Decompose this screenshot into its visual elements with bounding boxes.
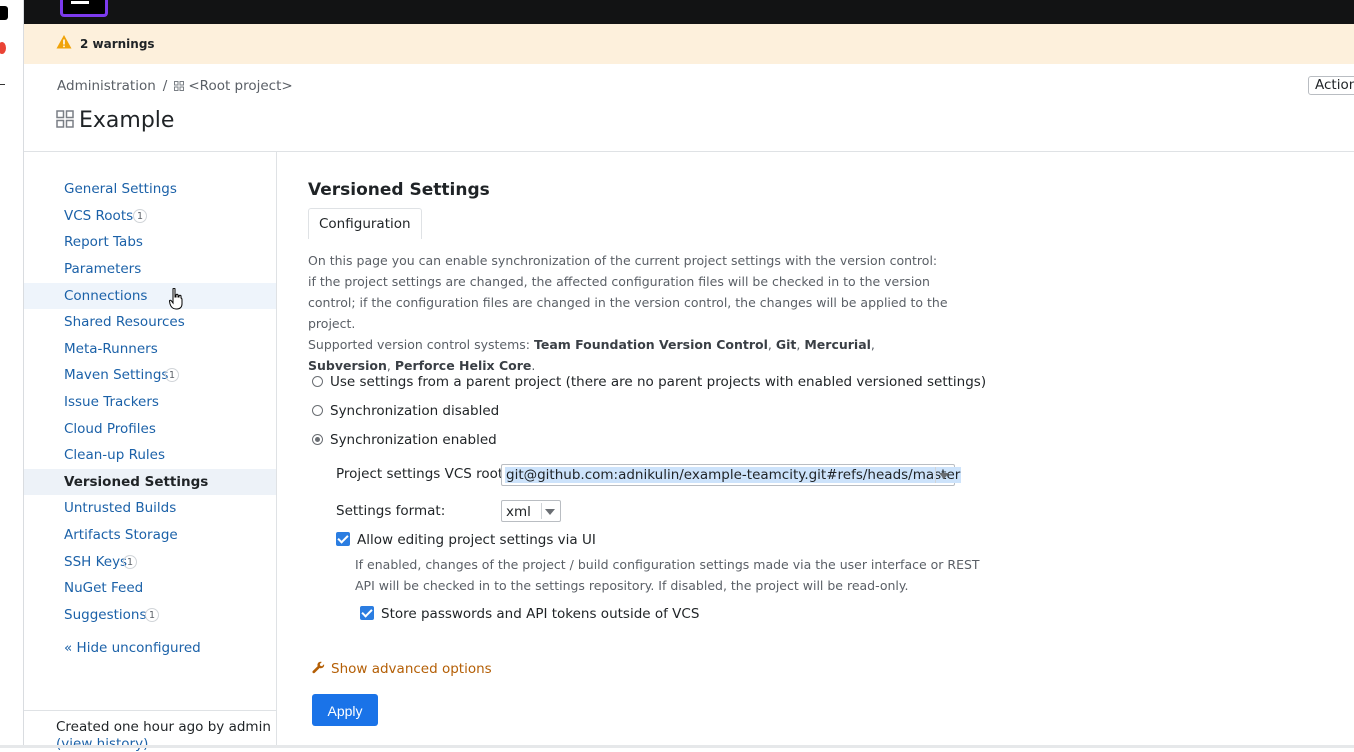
radio-label: Synchronization disabled (330, 403, 500, 419)
divider (0, 84, 5, 85)
count-badge: 1 (145, 608, 160, 622)
warnings-text[interactable]: 2 warnings (80, 37, 155, 51)
teamcity-logo-icon[interactable] (60, 0, 108, 17)
app-icon[interactable] (0, 6, 8, 20)
description: On this page you can enable synchronizat… (308, 253, 948, 373)
count-badge: 1 (165, 368, 180, 382)
sidebar-item-shared-resources[interactable]: Shared Resources (24, 309, 276, 335)
vcs-system: Subversion (308, 358, 387, 373)
sidebar-item-artifacts-storage[interactable]: Artifacts Storage (24, 522, 276, 548)
count-badge: 1 (133, 209, 148, 223)
vcs-root-label: Project settings VCS root: (336, 466, 508, 482)
sidebar-item-clean-up-rules[interactable]: Clean-up Rules (24, 442, 276, 468)
radio-label: Synchronization enabled (330, 432, 497, 448)
radio-button[interactable] (312, 376, 323, 387)
settings-format-select[interactable]: xml (501, 500, 561, 522)
sidebar-item-maven-settings[interactable]: Maven Settings 1 (24, 362, 276, 388)
sidebar-item-nuget-feed[interactable]: NuGet Feed (24, 575, 276, 601)
breadcrumb-root-project[interactable]: <Root project> (188, 78, 292, 94)
radio-sync-enabled[interactable]: Synchronization enabled (312, 432, 497, 448)
radio-label: Use settings from a parent project (ther… (330, 374, 987, 390)
settings-format-label: Settings format: (336, 503, 446, 519)
sidebar-item-cloud-profiles[interactable]: Cloud Profiles (24, 416, 276, 442)
radio-parent-settings[interactable]: Use settings from a parent project (ther… (312, 374, 986, 390)
tab-configuration[interactable]: Configuration (308, 208, 422, 239)
sidebar-item-issue-trackers[interactable]: Issue Trackers (24, 389, 276, 415)
warning-icon (56, 35, 72, 49)
notification-dot-icon (0, 42, 6, 54)
page-title: Example (56, 108, 174, 133)
sidebar-item-suggestions[interactable]: Suggestions 1 (24, 602, 276, 628)
allow-editing-help: If enabled, changes of the project / bui… (355, 557, 980, 593)
sidebar-item-vcs-roots[interactable]: VCS Roots 1 (24, 203, 276, 229)
sidebar-item-versioned-settings[interactable]: Versioned Settings (24, 469, 276, 495)
allow-editing-checkbox[interactable] (336, 532, 350, 546)
count-badge: 1 (123, 555, 138, 569)
advanced-options-label: Show advanced options (331, 661, 492, 677)
mouse-cursor-icon (169, 288, 183, 310)
settings-format-value: xml (506, 504, 531, 520)
apply-button[interactable]: Apply (312, 694, 378, 726)
warnings-bar: 2 warnings (24, 24, 1354, 64)
vcs-root-select[interactable]: git@github.com:adnikulin/example-teamcit… (501, 464, 962, 486)
store-passwords-checkbox[interactable] (360, 606, 374, 620)
top-header (24, 0, 1354, 24)
sidebar-item-parameters[interactable]: Parameters (24, 256, 276, 282)
main-content: Versioned Settings Configuration On this… (277, 152, 1354, 748)
breadcrumb: Administration / <Root project> (57, 78, 293, 94)
hide-unconfigured-link[interactable]: « Hide unconfigured (64, 640, 201, 656)
allow-editing-option[interactable]: Allow editing project settings via UI (336, 532, 596, 548)
allow-editing-label: Allow editing project settings via UI (357, 532, 596, 548)
vcs-system: Mercurial (804, 337, 871, 352)
browser-side-strip (0, 0, 24, 748)
radio-button[interactable] (312, 405, 323, 416)
store-passwords-option[interactable]: Store passwords and API tokens outside o… (360, 606, 699, 622)
breadcrumb-separator: / (162, 78, 168, 94)
project-grid-icon (56, 110, 74, 128)
sidebar-item-general-settings[interactable]: General Settings (24, 176, 276, 202)
vcs-root-value: git@github.com:adnikulin/example-teamcit… (505, 467, 962, 483)
wrench-icon (312, 661, 325, 674)
chevron-down-icon[interactable] (939, 473, 949, 479)
created-info: Created one hour ago by admin (56, 719, 271, 735)
project-grid-icon (174, 81, 185, 91)
sidebar-item-ssh-keys[interactable]: SSH Keys 1 (24, 549, 276, 575)
breadcrumb-administration[interactable]: Administration (57, 78, 156, 94)
show-advanced-options-link[interactable]: Show advanced options (312, 661, 492, 677)
actions-button[interactable]: Action (1308, 76, 1354, 95)
vcs-system: Git (775, 337, 797, 352)
sidebar-item-untrusted-builds[interactable]: Untrusted Builds (24, 495, 276, 521)
page-title-text: Example (79, 108, 175, 133)
sidebar-item-report-tabs[interactable]: Report Tabs (24, 229, 276, 255)
radio-sync-disabled[interactable]: Synchronization disabled (312, 403, 499, 419)
supported-suffix: . (531, 358, 536, 373)
settings-sidebar: General Settings VCS Roots 1 Report Tabs … (24, 152, 277, 752)
chevron-down-icon[interactable] (545, 509, 555, 515)
radio-button[interactable] (312, 434, 323, 445)
sidebar-item-connections[interactable]: Connections (24, 283, 276, 309)
view-history-link[interactable]: (view history) (56, 736, 148, 752)
store-passwords-label: Store passwords and API tokens outside o… (381, 606, 700, 622)
vcs-system: Perforce Helix Core (394, 358, 532, 373)
section-title: Versioned Settings (308, 180, 490, 200)
vcs-system: Team Foundation Version Control (533, 337, 768, 352)
sidebar-item-meta-runners[interactable]: Meta-Runners (24, 336, 276, 362)
supported-prefix: Supported version control systems: (308, 337, 530, 352)
description-text: On this page you can enable synchronizat… (308, 253, 948, 331)
sidebar-divider (24, 710, 276, 711)
